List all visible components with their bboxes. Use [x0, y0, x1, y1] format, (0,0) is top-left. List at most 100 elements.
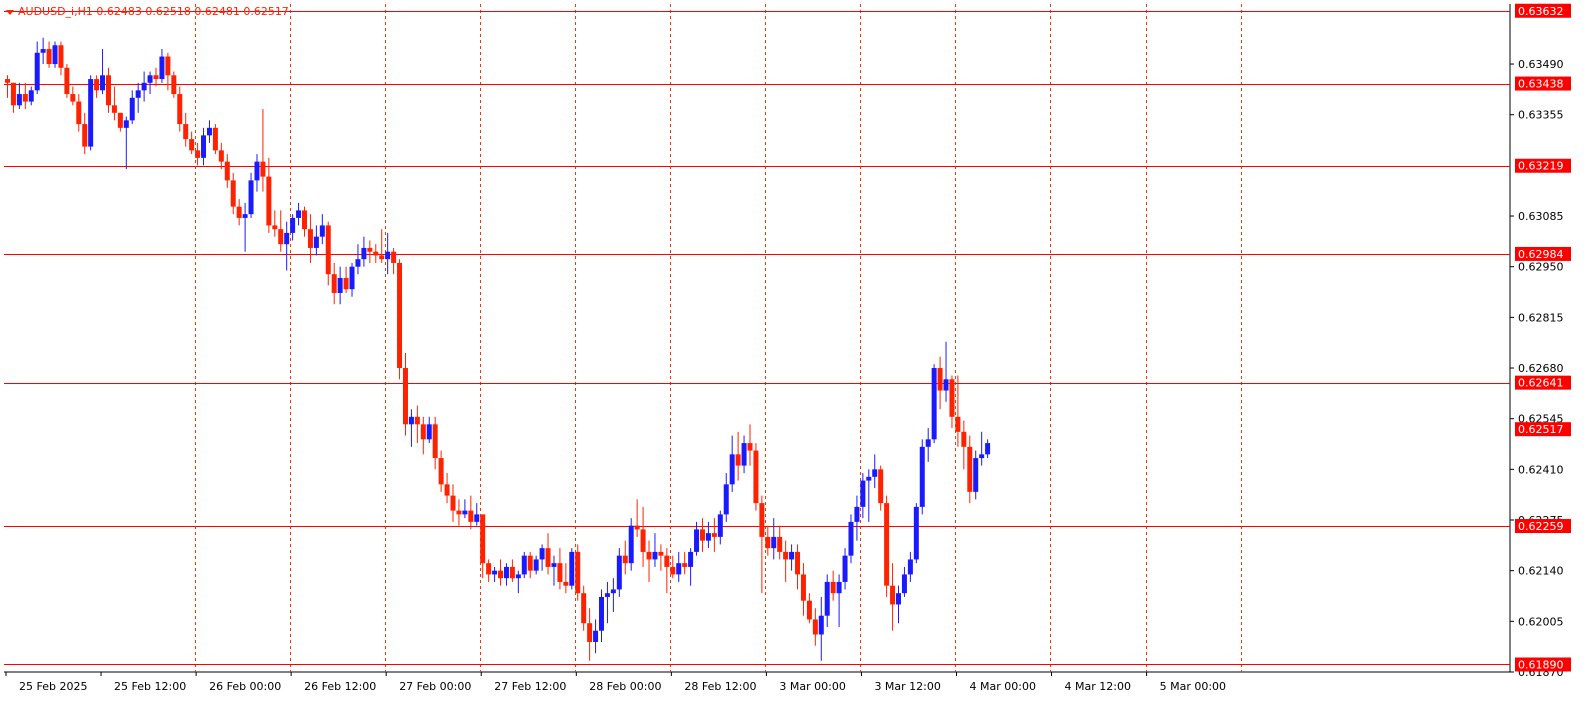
candle[interactable] — [610, 578, 616, 612]
candle[interactable] — [860, 473, 866, 519]
candle[interactable] — [783, 540, 789, 582]
candle[interactable] — [171, 71, 177, 98]
candle[interactable] — [123, 116, 129, 170]
candle[interactable] — [141, 71, 147, 102]
candle[interactable] — [658, 544, 664, 571]
candle[interactable] — [456, 499, 462, 526]
candle[interactable] — [931, 364, 937, 444]
candle[interactable] — [105, 67, 111, 113]
candle[interactable] — [896, 585, 901, 624]
candle[interactable] — [230, 172, 236, 215]
candle[interactable] — [242, 202, 248, 252]
candle[interactable] — [129, 90, 135, 125]
candle[interactable] — [224, 154, 230, 188]
candle[interactable] — [759, 495, 765, 594]
candle[interactable] — [432, 416, 438, 470]
candle[interactable] — [527, 551, 533, 579]
candle[interactable] — [955, 375, 961, 447]
candle[interactable] — [503, 563, 509, 586]
candle[interactable] — [260, 109, 266, 192]
candle[interactable] — [901, 566, 907, 597]
candle[interactable] — [569, 548, 575, 590]
candle[interactable] — [373, 244, 379, 263]
candle[interactable] — [266, 157, 272, 233]
candle[interactable] — [100, 49, 106, 95]
candle[interactable] — [890, 563, 896, 631]
candle[interactable] — [397, 259, 403, 380]
candle[interactable] — [349, 262, 355, 297]
candle[interactable] — [509, 559, 515, 582]
candle[interactable] — [402, 353, 408, 436]
candle[interactable] — [361, 236, 367, 267]
candle[interactable] — [735, 431, 741, 481]
candle[interactable] — [878, 465, 884, 511]
candle[interactable] — [284, 221, 290, 271]
candle[interactable] — [646, 540, 652, 582]
candle[interactable] — [94, 75, 100, 98]
candle[interactable] — [438, 450, 444, 492]
candle[interactable] — [515, 570, 521, 594]
candle[interactable] — [212, 124, 218, 155]
candle[interactable] — [557, 548, 563, 590]
candle[interactable] — [682, 551, 688, 575]
candle[interactable] — [664, 548, 670, 594]
candle[interactable] — [355, 244, 361, 275]
candle[interactable] — [979, 431, 985, 466]
candle[interactable] — [824, 574, 830, 627]
candle[interactable] — [343, 266, 349, 293]
candle[interactable] — [705, 521, 711, 549]
candle[interactable] — [937, 356, 943, 410]
candle[interactable] — [313, 225, 319, 256]
candle[interactable] — [795, 544, 801, 590]
candle[interactable] — [391, 247, 397, 275]
candle[interactable] — [189, 131, 195, 155]
candle[interactable] — [581, 585, 587, 631]
candle[interactable] — [248, 172, 254, 218]
candle[interactable] — [135, 82, 141, 113]
candle[interactable] — [551, 555, 557, 586]
candle[interactable] — [587, 608, 593, 661]
candle[interactable] — [147, 71, 153, 95]
candle[interactable] — [201, 127, 207, 166]
candle[interactable] — [765, 525, 771, 556]
candle[interactable] — [830, 570, 836, 601]
candle[interactable] — [599, 589, 604, 642]
candle[interactable] — [111, 86, 117, 121]
candle[interactable] — [729, 435, 735, 492]
candle[interactable] — [747, 424, 753, 466]
candle[interactable] — [777, 525, 783, 560]
candle[interactable] — [236, 199, 242, 226]
candle[interactable] — [444, 473, 450, 504]
candle[interactable] — [985, 439, 991, 459]
candle[interactable] — [866, 469, 872, 522]
candle[interactable] — [961, 420, 967, 470]
candle[interactable] — [290, 214, 296, 241]
candle[interactable] — [670, 555, 676, 579]
candle[interactable] — [331, 262, 337, 305]
candle[interactable] — [699, 518, 705, 552]
candle[interactable] — [575, 544, 581, 601]
candle[interactable] — [753, 443, 759, 511]
candle[interactable] — [884, 495, 890, 597]
candle[interactable] — [539, 544, 545, 571]
candle[interactable] — [325, 221, 331, 286]
candle[interactable] — [973, 450, 979, 500]
candle[interactable] — [82, 112, 88, 155]
candle[interactable] — [474, 503, 480, 526]
dropdown-triangle-icon[interactable] — [6, 9, 14, 15]
chart-window[interactable]: 0.63490 0.63355 0.63085 0.62950 0.62815 0.626… — [0, 0, 1586, 708]
candle[interactable] — [70, 86, 76, 106]
candle[interactable] — [307, 214, 313, 263]
candle[interactable] — [183, 112, 189, 147]
candle[interactable] — [676, 551, 682, 582]
candle[interactable] — [688, 548, 694, 586]
candle[interactable] — [771, 518, 777, 560]
candle[interactable] — [652, 533, 658, 567]
candle[interactable] — [296, 202, 302, 226]
candle[interactable] — [420, 416, 426, 455]
candle[interactable] — [943, 341, 949, 402]
candle[interactable] — [492, 566, 498, 582]
candle[interactable] — [836, 574, 842, 627]
candle[interactable] — [117, 112, 123, 132]
candle[interactable] — [967, 435, 973, 504]
